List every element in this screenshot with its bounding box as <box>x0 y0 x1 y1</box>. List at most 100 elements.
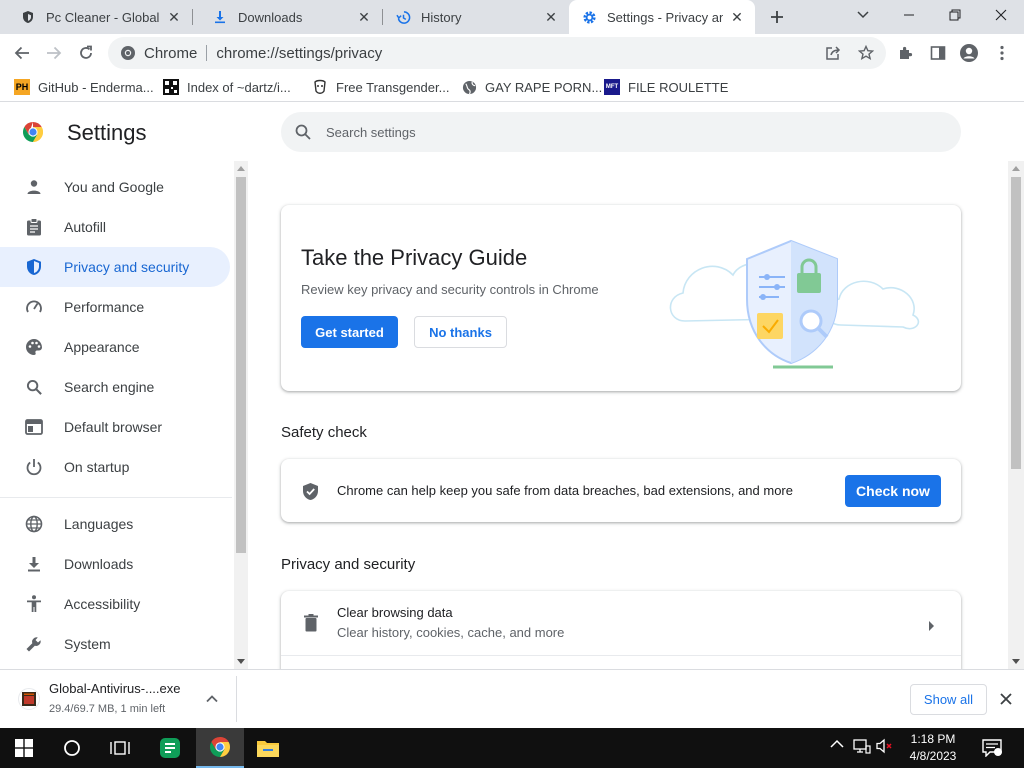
person-icon <box>24 177 44 197</box>
chevron-up-icon[interactable] <box>204 691 220 707</box>
ph-favicon-icon: PH <box>14 79 30 95</box>
restore-button[interactable] <box>932 0 978 30</box>
windows-taskbar: 1:18 PM 4/8/2023 <box>0 728 1024 768</box>
close-icon[interactable]: ✕ <box>356 9 372 25</box>
close-icon[interactable] <box>998 691 1014 707</box>
sidebar-item-performance[interactable]: Performance <box>0 287 232 327</box>
show-all-button[interactable]: Show all <box>910 684 987 715</box>
get-started-button[interactable]: Get started <box>301 316 398 348</box>
sidebar-item-privacy-and-security[interactable]: Privacy and security <box>0 247 230 287</box>
settings-page: Settings You and Google Autofill Privacy… <box>0 103 1024 669</box>
main-scrollbar[interactable] <box>1008 161 1024 669</box>
search-icon <box>294 123 312 141</box>
menu-kebab-icon[interactable] <box>992 43 1012 63</box>
url-text[interactable]: chrome://settings/privacy <box>216 45 382 62</box>
close-icon[interactable]: ✕ <box>729 9 745 25</box>
sidebar-item-search-engine[interactable]: Search engine <box>0 367 232 407</box>
sheets-app-icon[interactable] <box>146 728 194 768</box>
reload-button[interactable] <box>72 39 100 67</box>
sidebar-item-system[interactable]: System <box>0 624 232 664</box>
sidebar-item-downloads[interactable]: Downloads <box>0 544 232 584</box>
tab-title: Downloads <box>238 9 303 25</box>
tab-settings[interactable]: Settings - Privacy and ✕ <box>569 0 755 34</box>
task-view-button[interactable] <box>96 728 144 768</box>
sidebar-scrollbar[interactable] <box>234 161 248 669</box>
sidebar-item-autofill[interactable]: Autofill <box>0 207 232 247</box>
sidebar-item-on-startup[interactable]: On startup <box>0 447 232 487</box>
forward-button[interactable] <box>40 39 68 67</box>
sidebar-item-accessibility[interactable]: Accessibility <box>0 584 232 624</box>
safety-check-heading: Safety check <box>281 424 367 441</box>
bookmark-gay-rape-porn[interactable]: GAY RAPE PORN... <box>461 78 602 96</box>
sidebar-item-languages[interactable]: Languages <box>0 504 232 544</box>
show-hidden-icons-icon[interactable] <box>830 738 844 752</box>
system-clock[interactable]: 1:18 PM 4/8/2023 <box>900 731 966 765</box>
sidebar-item-label: Autofill <box>64 219 107 235</box>
scroll-down-arrow-icon[interactable] <box>237 659 245 664</box>
tab-pc-cleaner[interactable]: Pc Cleaner - Global Mc ✕ <box>0 0 192 34</box>
privacy-settings-card: Clear browsing data Clear history, cooki… <box>281 591 961 669</box>
side-panel-icon[interactable] <box>928 43 948 63</box>
tab-history[interactable]: History ✕ <box>375 0 569 34</box>
address-bar[interactable]: Chrome chrome://settings/privacy <box>108 37 886 69</box>
check-now-button[interactable]: Check now <box>845 475 941 507</box>
bookmark-label: GitHub - Enderma... <box>38 79 154 95</box>
start-button[interactable] <box>0 728 48 768</box>
sidebar-item-label: On startup <box>64 459 130 475</box>
close-window-button[interactable] <box>978 0 1024 30</box>
bookmark-free-transgender[interactable]: Free Transgender... <box>312 78 449 96</box>
settings-search[interactable] <box>281 112 961 152</box>
bookmark-file-roulette[interactable]: MFT FILE ROULETTE <box>604 78 728 96</box>
search-input[interactable] <box>326 124 886 140</box>
sidebar-item-label: System <box>64 636 111 652</box>
clock-date: 4/8/2023 <box>909 749 957 763</box>
safety-check-description: Chrome can help keep you safe from data … <box>337 483 793 498</box>
chrome-taskbar-icon[interactable] <box>196 728 244 768</box>
scroll-down-arrow-icon[interactable] <box>1012 659 1020 664</box>
scrollbar-thumb[interactable] <box>1011 177 1021 469</box>
clear-browsing-data-row[interactable]: Clear browsing data Clear history, cooki… <box>281 591 961 656</box>
row-title: Clear browsing data <box>337 605 453 620</box>
file-explorer-icon[interactable] <box>244 728 292 768</box>
tab-title: History <box>421 9 462 25</box>
sidebar-item-appearance[interactable]: Appearance <box>0 327 232 367</box>
volume-muted-icon[interactable] <box>876 738 894 757</box>
power-icon <box>24 457 44 477</box>
speedometer-icon <box>24 297 44 317</box>
profile-avatar-icon[interactable] <box>959 43 979 63</box>
sidebar-item-you-and-google[interactable]: You and Google <box>0 167 232 207</box>
no-thanks-button[interactable]: No thanks <box>414 316 507 348</box>
bookmark-star-icon[interactable] <box>857 44 875 61</box>
scroll-up-arrow-icon[interactable] <box>1012 166 1020 171</box>
globe-favicon-icon <box>461 79 477 95</box>
shield-favicon-icon <box>20 9 36 25</box>
minimize-button[interactable] <box>886 0 932 30</box>
mft-favicon-icon: MFT <box>604 79 620 95</box>
share-icon[interactable] <box>825 45 841 61</box>
new-tab-button[interactable] <box>766 6 788 28</box>
bookmark-index[interactable]: Index of ~dartz/i... <box>163 78 291 96</box>
sidebar-item-label: Appearance <box>64 339 140 355</box>
close-icon[interactable]: ✕ <box>166 9 182 25</box>
browser-icon <box>24 417 44 437</box>
privacy-guide-card: Take the Privacy Guide Review key privac… <box>281 205 961 391</box>
close-icon[interactable]: ✕ <box>543 9 559 25</box>
back-button[interactable] <box>8 39 36 67</box>
clock-time: 1:18 PM <box>910 732 956 746</box>
notification-center-icon[interactable] <box>982 739 1002 760</box>
network-icon[interactable] <box>853 738 871 757</box>
settings-sidebar: You and Google Autofill Privacy and secu… <box>0 167 232 669</box>
bookmark-github[interactable]: PH GitHub - Enderma... <box>14 78 154 96</box>
download-filename[interactable]: Global-Antivirus-....exe <box>49 681 181 696</box>
site-label: Chrome <box>144 44 198 62</box>
chevron-right-icon <box>928 618 934 636</box>
cortana-search-button[interactable] <box>48 728 96 768</box>
extensions-icon[interactable] <box>896 43 916 63</box>
site-info-chip[interactable]: Chrome <box>120 45 197 62</box>
sidebar-item-label: Search engine <box>64 379 155 395</box>
scrollbar-thumb[interactable] <box>236 177 246 553</box>
scroll-up-arrow-icon[interactable] <box>237 166 245 171</box>
sidebar-item-default-browser[interactable]: Default browser <box>0 407 232 447</box>
tab-downloads[interactable]: Downloads ✕ <box>192 0 382 34</box>
tab-search-button[interactable] <box>840 0 886 30</box>
